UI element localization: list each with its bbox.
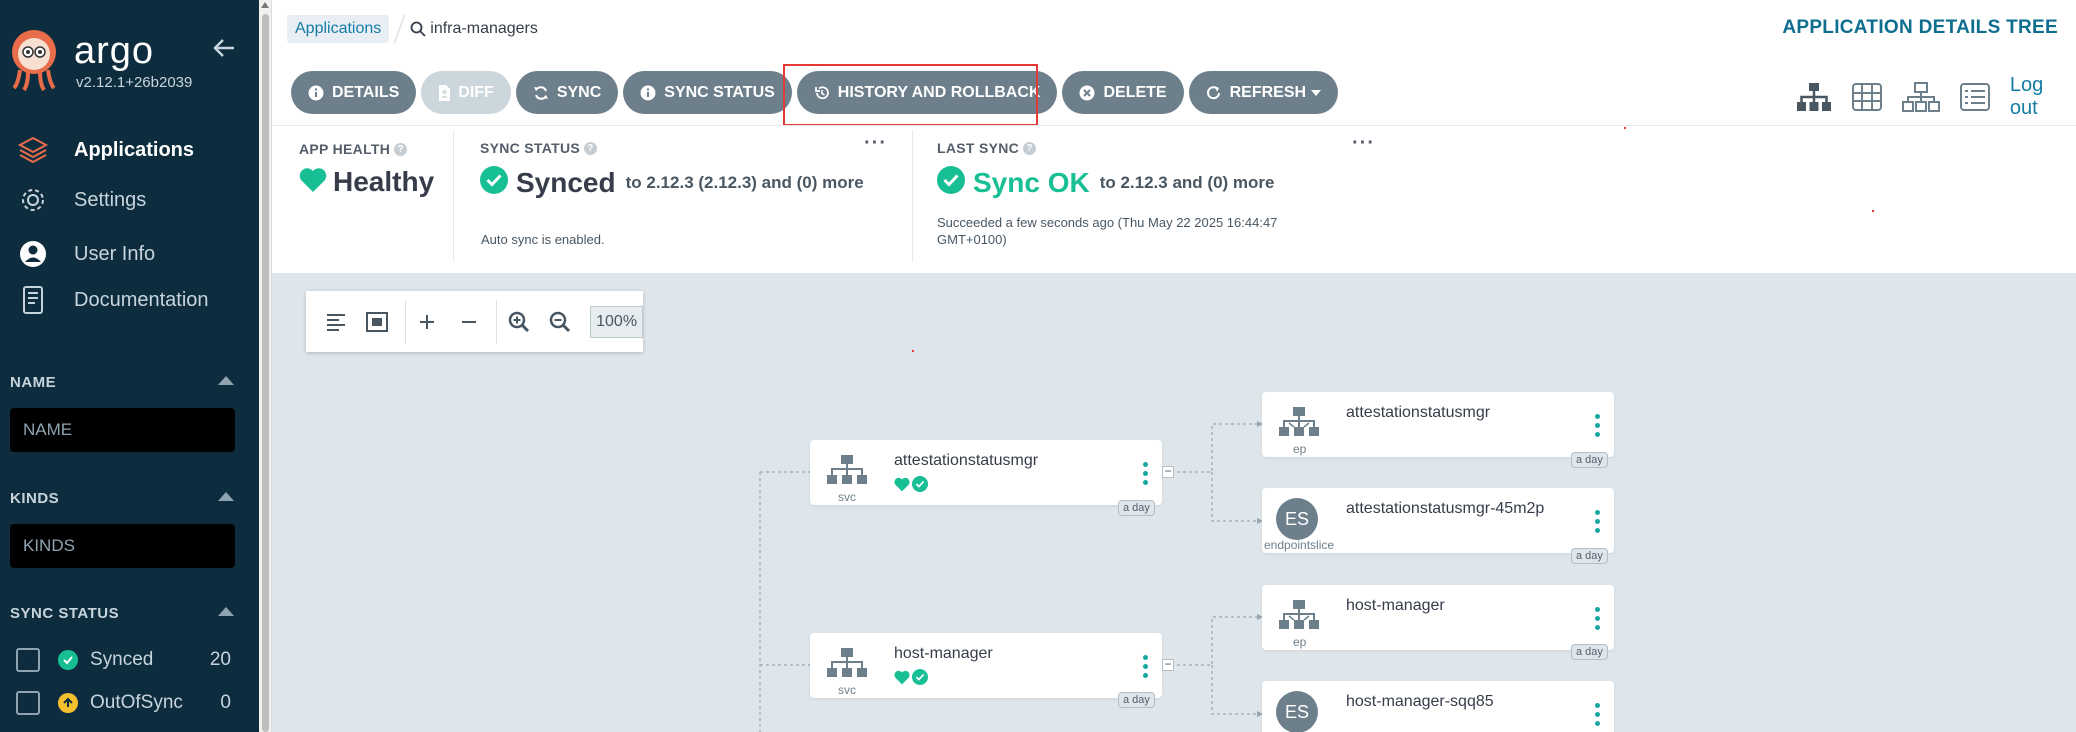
fit-screen-icon[interactable] [359,303,394,341]
node-name: host-manager [1346,597,1445,614]
zoom-in-icon[interactable] [501,303,536,341]
heart-icon [894,477,910,491]
resource-node-service[interactable]: svc host-manager [810,633,1162,698]
align-left-icon[interactable] [318,303,353,341]
endpointslice-badge: ES [1276,691,1318,732]
node-menu-icon[interactable] [1595,703,1601,732]
node-age: a day [1571,452,1608,468]
node-menu-icon[interactable] [1595,510,1601,540]
graph-edges [759,421,1263,732]
node-name: attestationstatusmgr-45m2p [1346,500,1545,517]
node-age: a day [1571,548,1608,564]
endpoints-icon [1276,402,1322,442]
collapse-node-button[interactable]: − [1162,658,1174,671]
toolbar-separator [496,299,498,344]
node-menu-icon[interactable] [1143,462,1149,492]
toolbar-separator [404,299,406,344]
node-kind: ep [1293,442,1307,456]
collapse-minus-icon[interactable] [451,303,486,341]
heart-icon [894,670,910,684]
node-kind: svc [838,683,856,697]
collapse-node-button[interactable]: − [1162,465,1174,478]
node-status [894,669,928,685]
node-age: a day [1571,644,1608,660]
node-name: host-manager [894,645,993,662]
marker-dot [912,350,914,352]
node-age: a day [1118,692,1155,708]
graph-zoom-toolbar: 100% [306,291,644,352]
node-name: attestationstatusmgr [1346,404,1491,421]
expand-plus-icon[interactable] [410,303,445,341]
node-kind: svc [838,490,856,504]
node-kind: endpointslice [1264,538,1335,552]
edge-svc2-es [1211,665,1262,715]
resource-node-endpoints[interactable]: ep host-manager [1262,585,1614,650]
service-icon [824,450,870,490]
resource-node-service[interactable]: svc attestationstatusmgr [810,440,1162,505]
check-circle-icon [912,669,928,685]
resource-node-endpointslice[interactable]: ES endpointslice attestationstatusmgr-45… [1262,488,1614,553]
check-circle-icon [912,476,928,492]
edge-svc1-ep [1177,423,1262,473]
endpointslice-badge: ES [1276,498,1318,540]
edge-svc2-ep [1177,616,1262,666]
edge-svc1-es [1211,472,1262,522]
resource-node-endpoints[interactable]: ep attestationstatusmgr [1262,392,1614,457]
zoom-level[interactable]: 100% [590,305,644,338]
service-icon [824,643,870,683]
node-menu-icon[interactable] [1595,414,1601,444]
node-menu-icon[interactable] [1595,607,1601,637]
node-name: host-manager-sqq85 [1346,693,1494,710]
node-age: a day [1118,500,1155,516]
node-menu-icon[interactable] [1143,655,1149,685]
node-name: attestationstatusmgr [894,452,1039,469]
node-status [894,476,928,492]
zoom-out-icon[interactable] [543,303,578,341]
endpoints-icon [1276,595,1322,635]
node-kind: ep [1293,635,1307,649]
resource-node-endpointslice[interactable]: ES host-manager-sqq85 [1262,681,1614,732]
